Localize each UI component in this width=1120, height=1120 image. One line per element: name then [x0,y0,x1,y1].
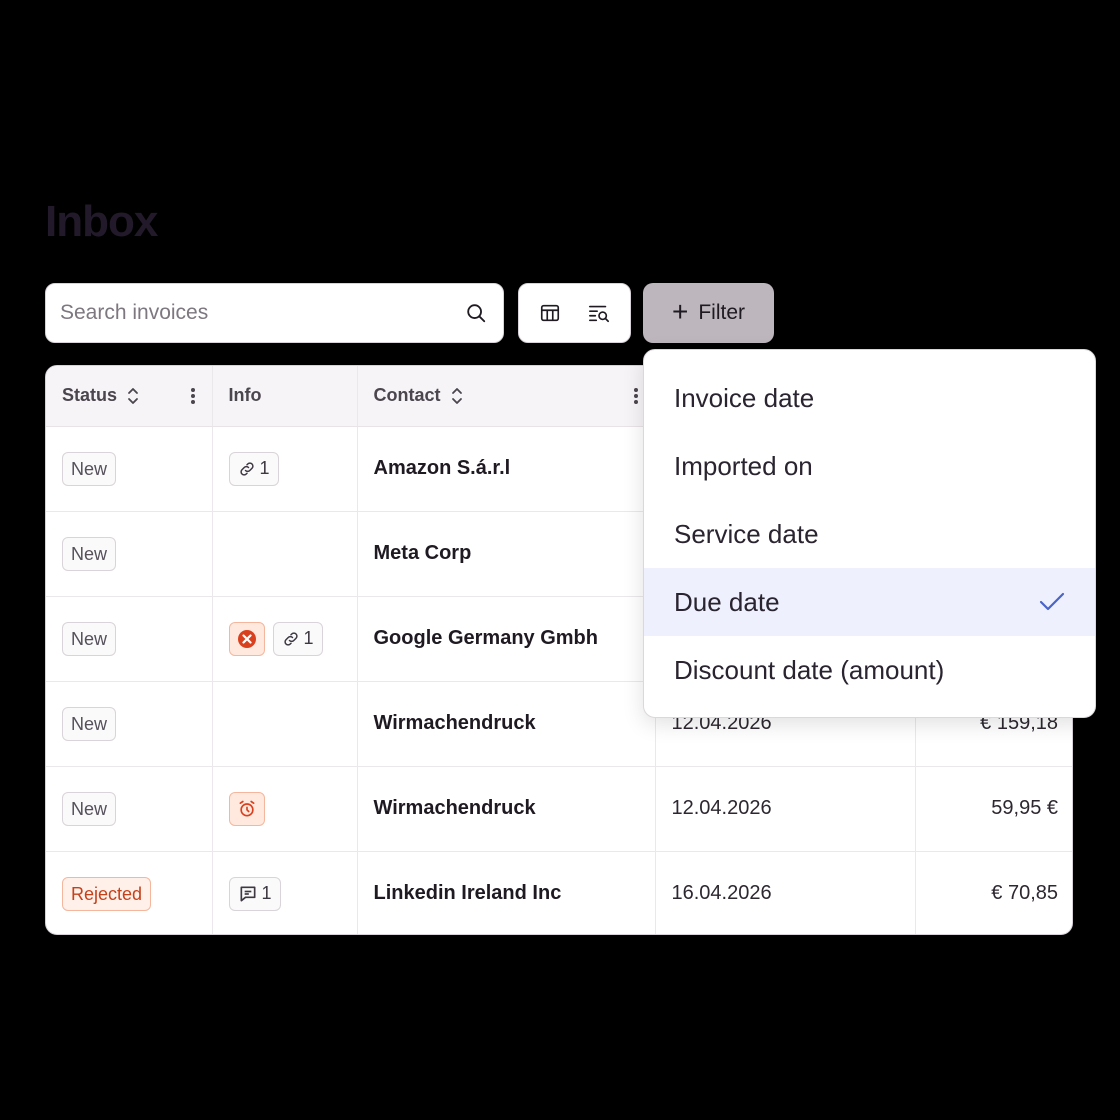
sort-icon[interactable] [451,386,463,406]
info-header-label: Info [228,385,262,406]
status-badge: New [62,621,117,656]
table-view-button[interactable] [528,291,572,335]
plus-icon: + [671,296,689,327]
status-badge: New [62,791,117,826]
status-badge: Rejected [62,876,152,911]
search-box[interactable] [45,283,504,343]
dropdown-item-label: Imported on [674,450,813,481]
checkmark-icon [1039,591,1065,613]
search-icon[interactable] [465,302,487,324]
contact-header-label: Contact [373,385,441,406]
date-filter-dropdown: Invoice date Imported on Service date Du… [643,349,1096,718]
attachment-count: 1 [259,458,270,478]
invoice-amount: 59,95 € [915,766,1072,852]
contact-name: Google Germany Gmbh [357,596,656,682]
dropdown-item-discount-date[interactable]: Discount date (amount) [644,636,1095,704]
more-vertical-icon[interactable] [633,387,639,405]
table-row[interactable]: Rejected 1 Linkedin Ireland Inc 16.04.20… [46,851,1072,934]
status-badge: New [62,706,117,741]
contact-name: Amazon S.á.r.l [357,426,656,512]
dropdown-item-due-date[interactable]: Due date [644,568,1095,636]
contact-name: Wirmachendruck [357,681,656,767]
list-search-view-button[interactable] [577,291,621,335]
table-row[interactable]: New Wirmachendruck 12.04.2026 59,95 € [46,766,1072,852]
link-icon [238,460,256,478]
invoice-amount: € 70,85 [991,882,1058,905]
attachment-chip[interactable]: 1 [272,621,323,656]
comment-icon [238,884,258,904]
dropdown-item-label: Invoice date [674,382,815,413]
dropdown-item-label: Service date [674,518,819,549]
dropdown-item-imported-on[interactable]: Imported on [644,432,1095,500]
sort-icon[interactable] [127,386,139,406]
info-column-header[interactable]: Info [212,366,358,427]
contact-name: Wirmachendruck [357,766,656,852]
status-badge: New [62,451,117,486]
dropdown-item-label: Discount date (amount) [674,654,945,685]
comment-count: 1 [261,883,272,904]
invoice-date: 16.04.2026 [655,851,916,934]
dropdown-item-service-date[interactable]: Service date [644,500,1095,568]
invoice-date: 12.04.2026 [655,766,916,852]
more-vertical-icon[interactable] [190,387,196,405]
status-header-label: Status [62,385,118,406]
comment-chip[interactable]: 1 [228,876,281,911]
filter-button[interactable]: + Filter [643,283,774,343]
error-chip[interactable] [228,621,265,656]
attachment-count: 1 [303,628,314,648]
reminder-chip[interactable] [228,791,265,826]
page-title: Inbox [45,197,158,246]
filter-label: Filter [698,301,746,324]
dropdown-item-invoice-date[interactable]: Invoice date [644,364,1095,432]
attachment-chip[interactable]: 1 [228,451,279,486]
contact-name: Meta Corp [357,511,656,597]
error-icon [237,629,257,649]
dropdown-item-label: Due date [674,586,780,617]
status-column-header[interactable]: Status [46,366,213,427]
list-search-icon [587,302,611,324]
status-badge: New [62,536,117,571]
table-columns-icon [539,302,561,324]
search-input[interactable] [60,301,465,325]
view-toggle-group [518,283,631,343]
alarm-clock-icon [237,799,257,819]
link-icon [282,630,300,648]
contact-name: Linkedin Ireland Inc [357,851,656,934]
contact-column-header[interactable]: Contact [357,366,656,427]
